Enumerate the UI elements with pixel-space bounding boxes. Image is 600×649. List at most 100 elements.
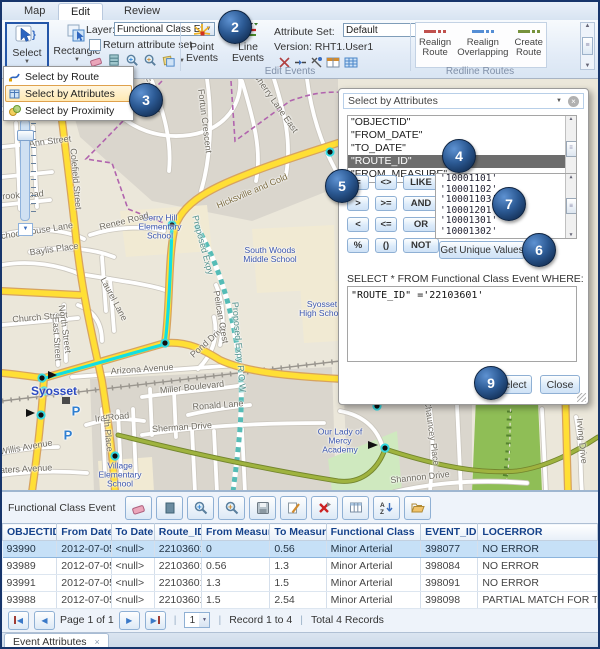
operator-button[interactable]: NOT <box>403 238 439 253</box>
select-menu-item[interactable]: Select by Attributes <box>5 85 132 102</box>
table-cell: 2012-07-05 <box>57 558 111 575</box>
column-visibility-button[interactable] <box>342 496 369 520</box>
chevron-down-icon[interactable]: ▼ <box>74 57 80 63</box>
operator-button[interactable]: % <box>347 238 369 253</box>
delete-records-button[interactable] <box>311 496 338 520</box>
ribbon-scrollbar[interactable]: ▲ ≡ ▼ <box>580 22 595 70</box>
close-tab-icon[interactable]: × <box>95 637 100 647</box>
open-attribute-window-button[interactable] <box>404 496 431 520</box>
map-label: Cherry Lane East <box>252 78 300 135</box>
prev-page-button[interactable]: ◀ <box>34 611 55 630</box>
column-header[interactable]: Functional Class <box>326 524 420 541</box>
highlight-selection-button[interactable] <box>156 496 183 520</box>
column-header[interactable]: LOCERROR <box>478 524 598 541</box>
first-page-button[interactable]: ◀ <box>8 611 29 630</box>
operator-button[interactable]: < <box>347 217 369 232</box>
group-divider <box>410 23 411 71</box>
map-label: Proposed Expy <box>190 214 215 276</box>
scroll-down-icon[interactable]: ▼ <box>585 63 591 69</box>
scrollbar-thumb[interactable]: ≡ <box>582 37 593 55</box>
redline-dash-icon <box>518 26 540 36</box>
sort-records-button[interactable]: AZ <box>373 496 400 520</box>
operator-button[interactable]: >= <box>375 196 397 211</box>
menu-item-icon <box>8 70 21 83</box>
clear-selection-button[interactable] <box>125 496 152 520</box>
pan-to-selection-icon: + <box>224 500 240 516</box>
operator-button[interactable]: <> <box>375 175 397 190</box>
where-clause-textarea[interactable]: "ROUTE_ID" ='22103601' <box>347 286 577 362</box>
select-menu-item[interactable]: Select by Proximity <box>5 102 132 119</box>
zoom-out-icon[interactable]: ▼ <box>18 223 33 236</box>
table-row[interactable]: 939892012-07-05<null>221036010.561.3Mino… <box>3 558 598 575</box>
event-attributes-tab[interactable]: Event Attributes × <box>4 633 109 649</box>
column-header[interactable]: From Date <box>57 524 111 541</box>
column-header[interactable]: Route_ID <box>154 524 201 541</box>
operator-button[interactable]: AND <box>403 196 439 211</box>
column-header[interactable]: OBJECTID <box>3 524 57 541</box>
table-header-row: OBJECTIDFrom DateTo DateRoute_IDFrom Mea… <box>3 524 598 541</box>
close-button[interactable]: Close <box>540 375 580 394</box>
get-unique-values-button[interactable]: Get Unique Values <box>439 241 525 259</box>
page-select-dropdown[interactable]: 1▼ <box>184 612 210 628</box>
table-cell: 0 <box>201 541 269 558</box>
table-cell: PARTIAL MATCH FOR THE TO- <box>478 592 598 609</box>
map-label: Syosset <box>31 384 77 398</box>
redline-routes-group-label: Redline Routes <box>446 66 514 77</box>
close-icon[interactable]: × <box>568 96 579 107</box>
redline-route-button[interactable]: Realign Route <box>419 26 451 58</box>
tab-review[interactable]: Review <box>112 3 172 19</box>
table-cell: 1.3 <box>270 558 326 575</box>
slider-handle[interactable] <box>17 130 34 141</box>
table-row[interactable]: 939912012-07-05<null>221036011.31.5Minor… <box>3 575 598 592</box>
field-list-item[interactable]: "OBJECTID" <box>348 116 565 129</box>
svg-text:}: } <box>32 30 36 41</box>
scroll-up-icon[interactable]: ▲ <box>585 23 591 29</box>
resize-grip[interactable] <box>577 393 586 402</box>
operator-button[interactable]: () <box>375 238 397 253</box>
operator-button[interactable]: OR <box>403 217 439 232</box>
map-zoom-slider[interactable]: ▼ <box>16 119 38 237</box>
point-events-button[interactable]: Point Events <box>184 22 220 64</box>
redline-route-button[interactable]: Realign Overlapping <box>457 26 508 58</box>
operator-button[interactable]: <= <box>375 217 397 232</box>
last-page-button[interactable]: ▶ <box>145 611 166 630</box>
total-records-text: Total 4 Records <box>311 614 384 626</box>
next-page-button[interactable]: ▶ <box>119 611 140 630</box>
select-menu-item[interactable]: Select by Route <box>5 68 132 85</box>
dialog-titlebar[interactable]: Select by Attributes ▼ × <box>343 93 584 109</box>
event-grid-icon[interactable] <box>344 56 359 69</box>
redline-route-button[interactable]: Create Route <box>514 26 543 58</box>
column-header[interactable]: From Measure <box>201 524 269 541</box>
column-header[interactable]: To Date <box>111 524 154 541</box>
event-table-icon[interactable] <box>326 56 341 69</box>
return-attribute-set-checkbox[interactable] <box>89 39 101 51</box>
column-header[interactable]: To Measure <box>270 524 326 541</box>
table-cell: NO ERROR <box>478 558 598 575</box>
callout-number: 3 <box>129 83 163 117</box>
column-header[interactable]: EVENT_ID <box>421 524 478 541</box>
menu-item-icon <box>8 104 21 117</box>
pan-selection-icon[interactable]: + <box>143 53 158 68</box>
column-visibility-icon <box>348 500 364 516</box>
tab-edit[interactable]: Edit <box>58 3 103 20</box>
table-cell: 22103601 <box>154 541 201 558</box>
map-label: 5th Place <box>101 414 115 452</box>
scroll-up-icon: ▲ <box>569 174 572 180</box>
value-list-scrollbar[interactable]: ▲≡▼ <box>565 174 576 238</box>
where-clause-label: SELECT * FROM Functional Class Event WHE… <box>347 273 584 285</box>
map-label: Ronald Lane <box>192 398 244 412</box>
zoom-to-selection-button[interactable]: + <box>187 496 214 520</box>
operator-button[interactable]: LIKE <box>403 175 439 190</box>
value-list-item[interactable]: '10001101' <box>436 174 565 185</box>
edit-records-button[interactable] <box>280 496 307 520</box>
table-row[interactable]: 939902012-07-05<null>2210360100.56Minor … <box>3 541 598 558</box>
save-edits-button[interactable] <box>249 496 276 520</box>
chevron-down-icon[interactable]: ▼ <box>24 59 30 65</box>
tab-map[interactable]: Map <box>12 3 57 19</box>
collapse-caret-icon[interactable]: ▼ <box>556 98 562 104</box>
selection-options-icon[interactable] <box>161 53 176 68</box>
attribute-toolbar: Functional Class Event ++AZ <box>2 494 431 522</box>
table-row[interactable]: 939882012-07-05<null>221036011.52.54Mino… <box>3 592 598 609</box>
svg-text:+: + <box>147 55 152 64</box>
pan-to-selection-button[interactable]: + <box>218 496 245 520</box>
